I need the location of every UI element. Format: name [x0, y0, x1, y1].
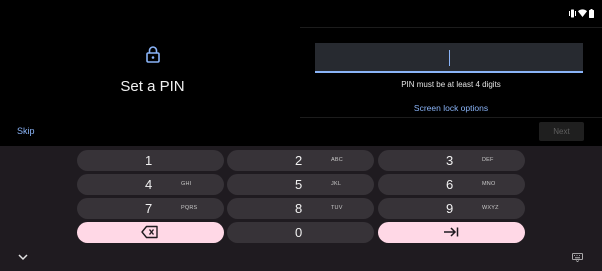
key-digit: 0: [295, 225, 303, 240]
backspace-icon: [141, 225, 158, 239]
battery-icon: [589, 8, 594, 18]
pin-hint: PIN must be at least 4 digits: [401, 80, 501, 89]
key-digit: 7: [145, 201, 153, 216]
screen-lock-options-link[interactable]: Screen lock options: [300, 103, 602, 113]
divider-bottom: [300, 117, 602, 118]
key-5[interactable]: 5 JKL: [227, 174, 374, 195]
pin-input[interactable]: [315, 43, 583, 73]
key-digit: 5: [295, 177, 303, 192]
vibrate-icon: [569, 9, 576, 17]
key-letters: PQRS: [181, 205, 198, 211]
key-4[interactable]: 4 GHI: [77, 174, 224, 195]
key-7[interactable]: 7 PQRS: [77, 198, 224, 219]
chevron-down-icon[interactable]: [17, 253, 29, 261]
key-letters: JKL: [331, 181, 342, 187]
enter-key[interactable]: [378, 222, 525, 243]
keyboard-icon[interactable]: [572, 253, 583, 262]
key-1[interactable]: 1: [77, 150, 224, 171]
tab-enter-icon: [444, 227, 459, 237]
key-3[interactable]: 3 DEF: [378, 150, 525, 171]
wifi-icon: [578, 9, 587, 17]
key-digit: 1: [145, 153, 153, 168]
divider-top: [300, 27, 602, 28]
key-letters: MNO: [482, 181, 496, 187]
key-0[interactable]: 0: [227, 222, 374, 243]
key-digit: 4: [145, 177, 153, 192]
key-letters: GHI: [181, 181, 192, 187]
key-digit: 9: [446, 201, 454, 216]
key-9[interactable]: 9 WXYZ: [378, 198, 525, 219]
key-digit: 8: [295, 201, 303, 216]
key-letters: ABC: [331, 157, 343, 163]
lock-icon: [146, 46, 160, 63]
status-bar: [569, 0, 594, 26]
left-pane: Set a PIN Skip: [0, 0, 300, 146]
key-2[interactable]: 2 ABC: [227, 150, 374, 171]
key-6[interactable]: 6 MNO: [378, 174, 525, 195]
key-letters: TUV: [331, 205, 343, 211]
key-digit: 2: [295, 153, 303, 168]
backspace-key[interactable]: [77, 222, 224, 243]
key-letters: WXYZ: [482, 205, 499, 211]
key-letters: DEF: [482, 157, 494, 163]
text-cursor: [449, 50, 450, 66]
key-digit: 3: [446, 153, 454, 168]
key-8[interactable]: 8 TUV: [227, 198, 374, 219]
page-title: Set a PIN: [120, 78, 185, 95]
next-button[interactable]: Next: [539, 122, 584, 141]
key-digit: 6: [446, 177, 454, 192]
skip-button[interactable]: Skip: [17, 126, 35, 136]
